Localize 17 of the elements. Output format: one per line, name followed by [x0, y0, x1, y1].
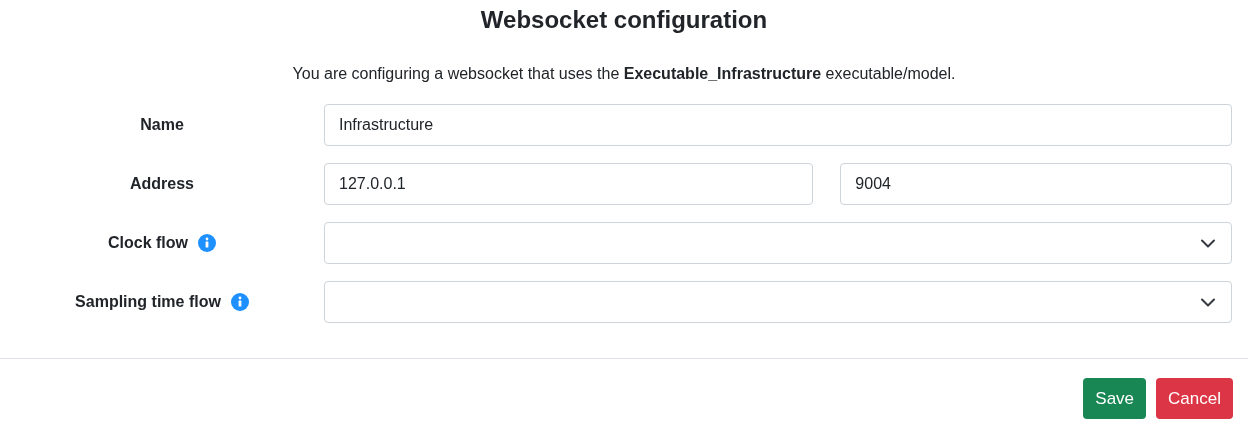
text-field[interactable]: 127.0.0.1 — [324, 163, 814, 205]
field-label: Clock flow — [108, 234, 188, 252]
text-field[interactable]: 9004 — [840, 163, 1232, 205]
chevron-down-icon — [1201, 297, 1215, 307]
intro-text: You are configuring a websocket that uses the Executable_Infrastructure executable/model. — [291, 64, 957, 84]
chevron-down-icon — [1201, 238, 1215, 248]
save-button[interactable]: Save — [1083, 378, 1147, 419]
field-label: Address — [130, 175, 194, 193]
field-label: Sampling time flow — [75, 293, 221, 311]
dialog-title: Websocket configuration — [479, 5, 769, 35]
field-label: Name — [140, 116, 184, 134]
info-icon[interactable] — [230, 293, 249, 311]
select-field[interactable] — [324, 222, 1232, 264]
select-field[interactable] — [324, 281, 1232, 323]
cancel-button[interactable]: Cancel — [1156, 378, 1233, 419]
info-icon[interactable] — [198, 234, 216, 252]
text-field[interactable]: Infrastructure — [324, 104, 1232, 146]
